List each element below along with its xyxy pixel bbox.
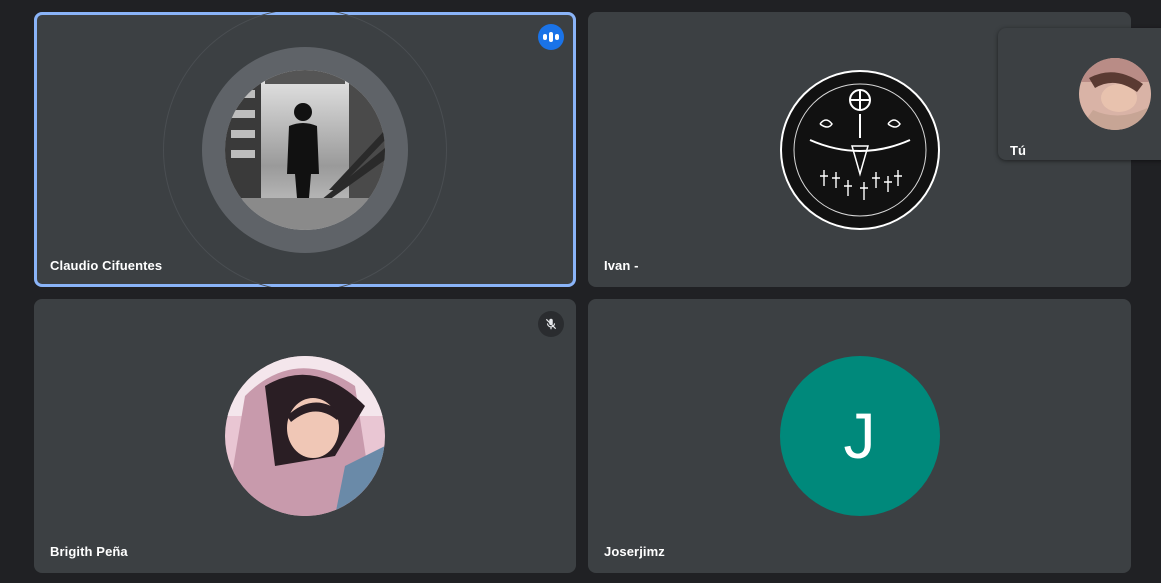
- letter-avatar: J: [779, 356, 940, 516]
- participant-name: Brigith Peña: [50, 544, 128, 559]
- participant-name: Joserjimz: [604, 544, 665, 559]
- avatar-emblem: [779, 69, 940, 230]
- self-avatar: [1079, 58, 1151, 130]
- mic-off-icon: [538, 311, 564, 337]
- avatar: [225, 69, 385, 230]
- avatar-wrap: [779, 69, 940, 230]
- self-name-label: Tú: [1010, 143, 1026, 158]
- avatar-photo-silhouette: [225, 69, 385, 230]
- avatar: [779, 69, 940, 230]
- participant-name: Claudio Cifuentes: [50, 258, 163, 273]
- self-view-tile[interactable]: Tú: [998, 28, 1161, 160]
- speaking-indicator-icon: [538, 24, 564, 50]
- avatar-photo: [225, 356, 385, 516]
- avatar: [225, 356, 385, 516]
- avatar-wrap: [225, 69, 385, 230]
- avatar-wrap: J: [779, 356, 940, 516]
- participant-tile-brigith[interactable]: Brigith Peña: [34, 299, 576, 573]
- avatar-wrap: [225, 356, 385, 516]
- participant-tile-claudio[interactable]: Claudio Cifuentes: [34, 12, 576, 287]
- participant-tile-joserjimz[interactable]: J Joserjimz: [588, 299, 1131, 573]
- participant-name: Ivan -: [604, 258, 639, 273]
- meeting-stage: Claudio Cifuentes Ivan - Brigith Peña J …: [0, 0, 1161, 583]
- self-avatar-photo: [1079, 58, 1151, 130]
